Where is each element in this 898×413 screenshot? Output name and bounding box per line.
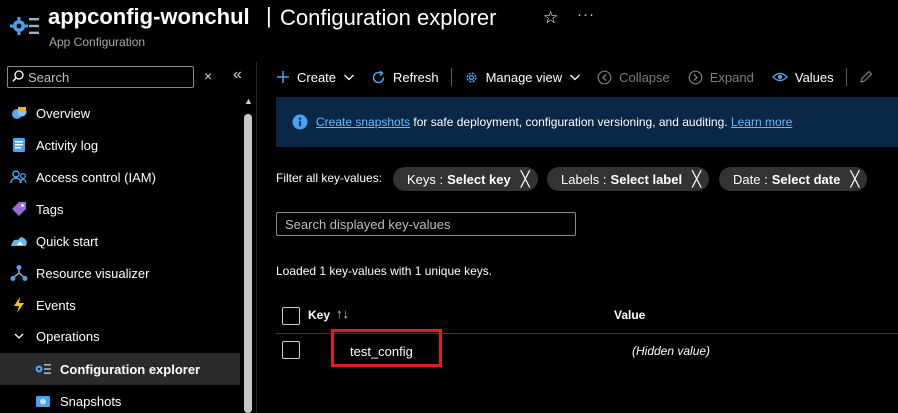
plus-icon — [276, 70, 290, 84]
snapshots-icon — [34, 392, 52, 410]
favorite-star-icon[interactable]: ☆ — [543, 8, 558, 28]
column-header-key[interactable]: Key — [308, 308, 330, 322]
sidebar-group-operations[interactable]: Operations — [0, 320, 240, 352]
keys-filter-value: Select key — [447, 171, 511, 187]
sidebar-divider — [256, 62, 257, 413]
quick-start-icon — [10, 232, 28, 250]
sidebar-item-overview[interactable]: Overview — [0, 97, 240, 129]
scroll-up-arrow-icon[interactable]: ▲ — [244, 96, 253, 106]
create-snapshots-link[interactable]: Create snapshots — [316, 115, 410, 129]
values-toggle-button[interactable]: Values — [771, 64, 834, 90]
key-values-search[interactable] — [276, 212, 576, 236]
create-label: Create — [297, 69, 337, 85]
date-filter-value: Select date — [771, 171, 841, 187]
sidebar-item-snapshots[interactable]: Snapshots — [0, 385, 240, 413]
expand-icon — [688, 70, 703, 85]
activity-log-icon — [10, 136, 28, 154]
pencil-icon — [859, 70, 873, 84]
sort-icon[interactable]: ↑↓ — [336, 306, 349, 321]
sidebar-item-label: Resource visualizer — [36, 265, 150, 281]
search-icon — [12, 69, 24, 85]
sidebar-item-label: Access control (IAM) — [36, 169, 156, 185]
more-options-icon[interactable]: ··· — [577, 6, 595, 23]
tag-icon — [10, 200, 28, 218]
chevron-down-icon — [10, 327, 28, 345]
sidebar-item-tags[interactable]: Tags — [0, 193, 240, 225]
sidebar-item-label: Overview — [36, 105, 91, 121]
labels-filter-value: Select label — [610, 171, 683, 187]
command-bar: Create Refresh Manage view Collapse Expa… — [276, 64, 880, 90]
expand-label: Expand — [709, 69, 754, 85]
collapse-sidebar-icon[interactable]: « — [233, 66, 242, 84]
chevron-down-icon — [569, 71, 581, 83]
sidebar-item-resource-visualizer[interactable]: Resource visualizer — [0, 257, 240, 289]
sidebar-item-label: Configuration explorer — [60, 361, 201, 377]
sidebar-item-label: Operations — [36, 328, 100, 344]
labels-filter-pill[interactable]: Labels : Select label ╳ — [547, 167, 710, 191]
labels-filter-prefix: Labels : — [561, 171, 607, 187]
chevron-down-icon — [343, 71, 355, 83]
collapse-label: Collapse — [619, 69, 670, 85]
select-all-checkbox[interactable] — [282, 307, 300, 325]
sidebar-item-access-control[interactable]: Access control (IAM) — [0, 161, 240, 193]
sidebar-item-label: Events — [36, 297, 76, 313]
resource-name: appconfig-wonchul — [48, 4, 250, 29]
configuration-explorer-icon — [34, 360, 52, 378]
sidebar-item-configuration-explorer[interactable]: Configuration explorer — [0, 353, 240, 385]
sidebar-search[interactable] — [7, 66, 194, 88]
info-banner: Create snapshots for safe deployment, co… — [276, 97, 898, 147]
sidebar-item-label: Quick start — [36, 233, 99, 249]
resource-visualizer-icon — [10, 264, 28, 282]
row-value: (Hidden value) — [632, 344, 711, 358]
toolbar-separator — [450, 68, 452, 86]
edit-button[interactable] — [859, 64, 880, 90]
column-header-value: Value — [614, 308, 646, 322]
events-icon — [10, 296, 28, 314]
learn-more-link[interactable]: Learn more — [731, 115, 792, 129]
banner-text: Create snapshots for safe deployment, co… — [316, 115, 792, 129]
collapse-icon — [597, 70, 612, 85]
resource-type: App Configuration — [49, 35, 146, 49]
date-filter-pill[interactable]: Date : Select date ╳ — [719, 167, 868, 191]
sidebar-item-events[interactable]: Events — [0, 289, 240, 321]
overview-icon — [10, 104, 28, 122]
refresh-icon — [371, 69, 386, 85]
collapse-button[interactable]: Collapse — [597, 64, 670, 90]
create-button[interactable]: Create — [276, 64, 355, 90]
keys-filter-prefix: Keys : — [407, 171, 444, 187]
sidebar-search-input[interactable] — [28, 69, 178, 85]
clear-search-icon[interactable]: × — [204, 68, 212, 84]
refresh-button[interactable]: Refresh — [371, 64, 439, 90]
title-separator: | — [266, 3, 272, 28]
key-values-search-input[interactable] — [285, 216, 565, 232]
sidebar-item-label: Snapshots — [60, 393, 122, 409]
sidebar-item-label: Activity log — [36, 137, 99, 153]
app-configuration-icon — [10, 12, 40, 38]
expand-button[interactable]: Expand — [688, 64, 754, 90]
values-label: Values — [794, 69, 834, 85]
manage-view-label: Manage view — [485, 69, 563, 85]
row-checkbox[interactable] — [282, 341, 300, 359]
keys-filter-pill[interactable]: Keys : Select key ╳ — [393, 167, 538, 191]
access-control-icon — [10, 168, 28, 186]
toolbar-separator — [845, 68, 847, 86]
page-title: Configuration explorer — [280, 5, 497, 30]
loaded-status: Loaded 1 key-values with 1 unique keys. — [276, 264, 493, 278]
remove-filter-icon[interactable]: ╳ — [692, 170, 701, 188]
banner-message: for safe deployment, configuration versi… — [410, 115, 731, 129]
sidebar-scrollbar-thumb[interactable] — [244, 114, 252, 413]
info-icon — [292, 114, 308, 130]
remove-filter-icon[interactable]: ╳ — [521, 170, 530, 188]
sidebar-item-label: Tags — [36, 201, 64, 217]
sidebar-item-quick-start[interactable]: Quick start — [0, 225, 240, 257]
remove-filter-icon[interactable]: ╳ — [850, 170, 859, 188]
gear-icon — [464, 70, 479, 85]
eye-icon — [771, 71, 788, 83]
date-filter-prefix: Date : — [733, 171, 768, 187]
manage-view-button[interactable]: Manage view — [464, 64, 582, 90]
refresh-label: Refresh — [393, 69, 439, 85]
highlight-box — [331, 329, 442, 367]
sidebar-item-activity-log[interactable]: Activity log — [0, 129, 240, 161]
filter-label: Filter all key-values: — [276, 171, 383, 185]
